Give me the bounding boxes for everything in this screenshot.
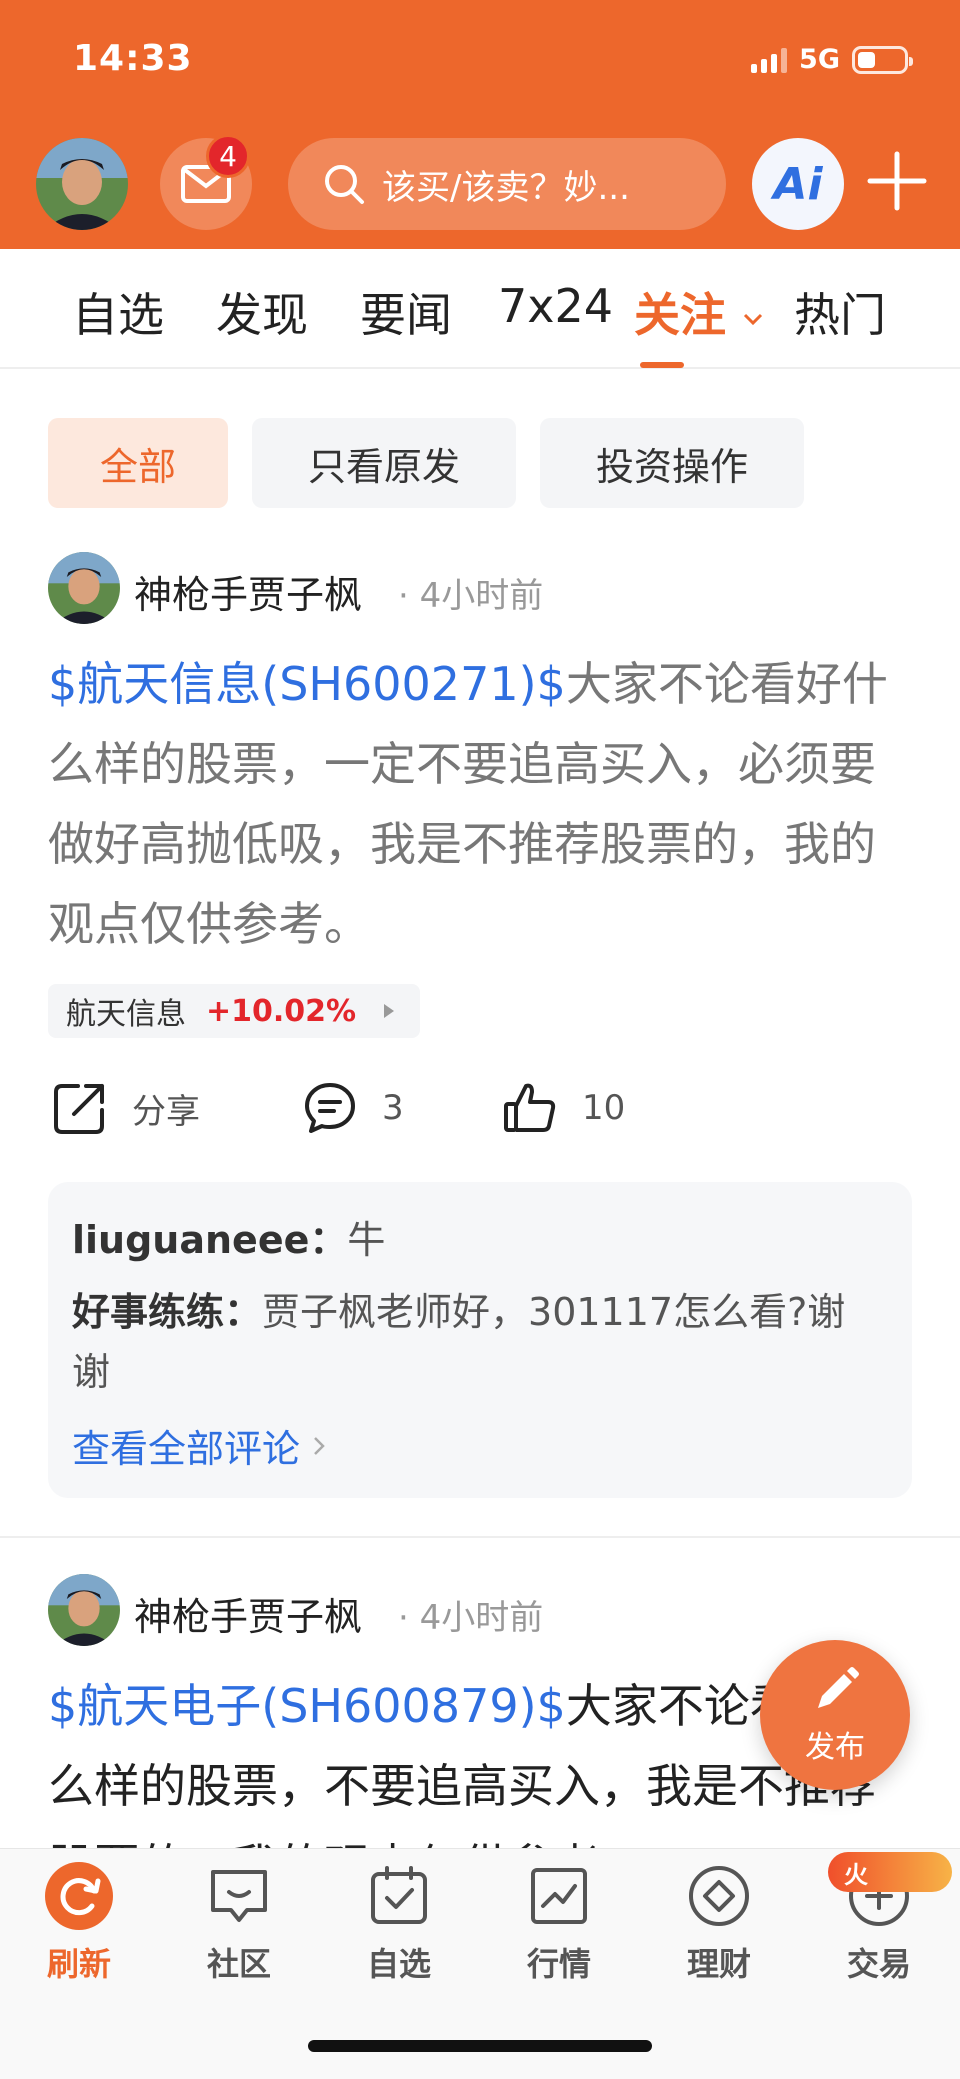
chat-icon	[204, 1861, 274, 1931]
nav-trade-label: 交易	[846, 1945, 911, 1983]
refresh-icon	[44, 1861, 114, 1931]
nav-wealth-label: 理财	[686, 1945, 751, 1983]
filter-investment[interactable]: 投资操作	[540, 418, 804, 508]
add-icon[interactable]	[866, 150, 928, 212]
mail-badge: 4	[206, 134, 250, 178]
nav-market[interactable]: 行情	[499, 1861, 619, 1985]
post-time: · 4小时前	[398, 576, 544, 616]
nav-watchlist-label: 自选	[366, 1945, 431, 1983]
stock-chip[interactable]: 航天信息 +10.02%	[48, 984, 420, 1038]
thumbs-up-icon	[504, 1083, 556, 1132]
comment-item: liuguaneee：牛	[72, 1210, 882, 1270]
view-all-label: 查看全部评论	[72, 1427, 301, 1471]
comment-preview[interactable]: liuguaneee：牛 好事练练：贾子枫老师好，301117怎么看?谢谢 查看…	[48, 1182, 912, 1498]
nav-market-label: 行情	[526, 1945, 591, 1983]
post-time-text: 4小时前	[419, 1598, 544, 1638]
tab-7x24[interactable]: 7x24	[498, 279, 613, 333]
status-time: 14:33	[73, 38, 193, 79]
post-divider	[0, 1536, 960, 1538]
tab-zixuan[interactable]: 自选	[72, 279, 164, 345]
post-avatar[interactable]	[48, 1574, 120, 1646]
nav-community[interactable]: 社区	[179, 1861, 299, 1985]
search-icon	[325, 165, 364, 204]
filter-all[interactable]: 全部	[48, 418, 228, 508]
tab-guanzhu-label: 关注	[634, 288, 726, 342]
search-bar[interactable]: 该买/该卖？妙...	[288, 138, 726, 230]
search-placeholder: 该买/该卖？妙...	[382, 167, 630, 208]
comment-text: 牛	[347, 1218, 386, 1262]
network-label: 5G	[799, 44, 840, 75]
comment-user[interactable]: liuguaneee：	[72, 1218, 347, 1262]
chevron-right-icon	[314, 1436, 325, 1455]
share-button[interactable]: 分享	[52, 1080, 200, 1136]
status-indicators: 5G	[751, 44, 913, 75]
triangle-right-icon	[384, 1004, 395, 1018]
stock-chip-change: +10.02%	[206, 993, 357, 1029]
post-author[interactable]: 神枪手贾子枫	[134, 564, 362, 619]
nav-refresh[interactable]: 刷新	[19, 1861, 139, 1985]
signal-icon	[751, 47, 788, 73]
nav-watchlist[interactable]: 自选	[339, 1861, 459, 1985]
share-icon	[54, 1084, 104, 1134]
comment-button[interactable]: 3	[302, 1080, 404, 1136]
post-time-text: 4小时前	[419, 576, 544, 616]
hot-badge: 火	[828, 1852, 952, 1892]
comment-icon	[305, 1083, 355, 1133]
view-all-comments-link[interactable]: 查看全部评论	[72, 1418, 326, 1473]
post-avatar[interactable]	[48, 552, 120, 624]
chevron-down-icon	[743, 313, 763, 325]
tab-remen[interactable]: 热门	[794, 279, 886, 345]
diamond-icon	[684, 1861, 754, 1931]
user-avatar[interactable]	[36, 138, 128, 230]
tab-faxian[interactable]: 发现	[216, 279, 308, 345]
like-button[interactable]: 10	[502, 1080, 625, 1136]
ai-button[interactable]: Ai	[752, 138, 844, 230]
post-time: · 4小时前	[398, 1598, 544, 1638]
check-box-icon	[364, 1861, 434, 1931]
publish-label: 发布	[805, 1730, 865, 1765]
comment-count: 3	[382, 1088, 404, 1128]
chart-icon	[524, 1861, 594, 1931]
stock-link[interactable]: $航天电子(SH600879)$	[48, 1679, 566, 1733]
ai-label: Ai	[773, 158, 823, 210]
home-indicator	[308, 2040, 652, 2052]
comment-item: 好事练练：贾子枫老师好，301117怎么看?谢谢	[72, 1282, 882, 1402]
tab-yaowen[interactable]: 要闻	[360, 279, 452, 345]
battery-icon	[852, 45, 913, 74]
nav-wealth[interactable]: 理财	[659, 1861, 779, 1985]
nav-community-label: 社区	[206, 1945, 271, 1983]
stock-link[interactable]: $航天信息(SH600271)$	[48, 657, 566, 711]
like-count: 10	[582, 1088, 626, 1128]
nav-refresh-label: 刷新	[46, 1945, 111, 1983]
publish-button[interactable]: 发布	[760, 1640, 910, 1790]
post-body[interactable]: $航天信息(SH600271)$大家不论看好什么样的股票，一定不要追高买入，必须…	[48, 644, 918, 964]
pencil-icon	[818, 1667, 859, 1708]
share-label: 分享	[132, 1091, 200, 1132]
tab-guanzhu[interactable]: 关注	[634, 279, 764, 345]
active-tab-indicator	[640, 362, 684, 368]
post-author[interactable]: 神枪手贾子枫	[134, 1586, 362, 1641]
filter-original[interactable]: 只看原发	[252, 418, 516, 508]
stock-chip-name: 航天信息	[66, 997, 186, 1032]
comment-user[interactable]: 好事练练：	[72, 1290, 262, 1334]
feed-tabs: 自选 发现 要闻 7x24 关注 热门	[0, 249, 960, 369]
